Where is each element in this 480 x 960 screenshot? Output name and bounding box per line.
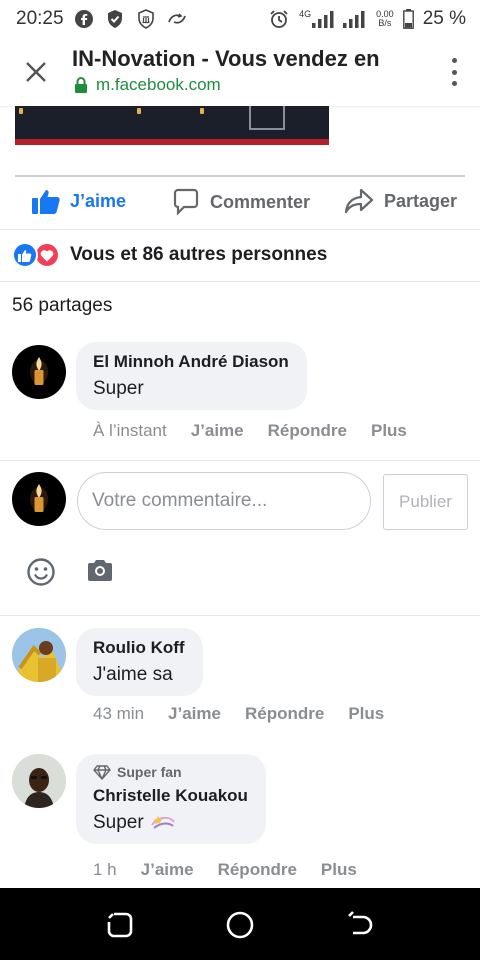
comment-author[interactable]: El Minnoh André Diason [93, 352, 289, 372]
url-bar[interactable]: m.facebook.com [74, 75, 221, 95]
post-action-bar: J’aime Commenter Partager [0, 180, 480, 226]
publish-button[interactable]: Publier [383, 474, 468, 530]
thumbs-up-icon [32, 188, 60, 214]
back-icon[interactable] [345, 910, 375, 940]
status-bar-right: 4G 0.00 B/s 25 % [268, 8, 466, 30]
recent-apps-icon[interactable] [105, 910, 135, 940]
avatar[interactable] [12, 628, 66, 682]
comment-bubble: Roulio Koff J'aime sa [76, 628, 203, 696]
like-label: J’aime [70, 190, 127, 211]
signal-icon [343, 11, 365, 28]
dizzy-star-icon [150, 813, 176, 833]
battery-level: 25 % [422, 8, 466, 29]
comment-author[interactable]: Christelle Kouakou [93, 786, 248, 806]
video-light [137, 108, 141, 114]
avatar[interactable] [12, 754, 66, 808]
diamond-icon [93, 764, 111, 780]
network-type: 4G [299, 9, 312, 19]
comment-text: Super [93, 812, 144, 833]
divider [0, 460, 480, 461]
comment-icon [172, 188, 200, 216]
battery-icon [402, 9, 414, 29]
facebook-icon [73, 8, 95, 30]
comment-label: Commenter [210, 191, 311, 212]
comment-bubble: El Minnoh André Diason Super [76, 342, 307, 410]
speed-unit: B/s [378, 18, 392, 28]
share-button[interactable]: Partager [344, 188, 457, 214]
share-icon [344, 188, 374, 214]
divider [0, 281, 480, 282]
comment-actions: 43 min J’aime Répondre Plus [93, 704, 384, 724]
video-device [249, 106, 285, 130]
comment-author[interactable]: Roulio Koff [93, 638, 185, 658]
cloud-sync-icon [166, 8, 188, 30]
divider [0, 229, 480, 230]
avatar[interactable] [12, 345, 66, 399]
lock-icon [74, 77, 88, 93]
comment-reply-button[interactable]: Répondre [245, 704, 324, 724]
comment-text: J'aime sa [93, 664, 173, 685]
status-bar-left: 20:25 [16, 8, 188, 30]
status-time: 20:25 [16, 8, 64, 29]
comment-more-button[interactable]: Plus [321, 860, 357, 880]
shield-check-icon [104, 8, 126, 30]
comment-time: 43 min [93, 704, 145, 723]
navigation-bar [0, 888, 480, 960]
signal-icon [312, 11, 334, 28]
divider [0, 615, 480, 616]
comment-like-button[interactable]: J’aime [191, 421, 244, 441]
comment-like-button[interactable]: J’aime [141, 860, 194, 880]
comment-time: À l’instant [93, 421, 167, 440]
more-vertical-icon[interactable] [450, 58, 458, 86]
video-light [200, 108, 204, 114]
comment-text: Super [93, 378, 144, 399]
close-icon[interactable] [22, 58, 50, 86]
network-speed: 0.00 B/s [376, 10, 394, 28]
page-title: IN-Novation - Vous vendez en [72, 46, 380, 71]
post-video-thumbnail[interactable] [15, 106, 329, 145]
comment-button[interactable]: Commenter [172, 188, 310, 216]
share-label: Partager [384, 190, 458, 211]
comment-reply-button[interactable]: Répondre [218, 860, 297, 880]
like-button[interactable]: J’aime [32, 188, 126, 214]
video-light [19, 108, 23, 114]
emoji-icon[interactable] [26, 557, 56, 587]
comment-time: 1 h [93, 860, 117, 879]
reactions-summary[interactable]: Vous et 86 autres personnes [12, 242, 327, 268]
camera-icon[interactable] [86, 557, 116, 587]
super-fan-badge: Super fan [93, 764, 248, 780]
signal-strength-1: 4G [299, 10, 334, 28]
url-text: m.facebook.com [96, 75, 221, 94]
comment-more-button[interactable]: Plus [348, 704, 384, 724]
shield-bank-icon [135, 8, 157, 30]
comment-reply-button[interactable]: Répondre [268, 421, 347, 441]
status-bar: 20:25 4G 0.00 B/s 25 % [0, 0, 480, 38]
comment-more-button[interactable]: Plus [371, 421, 407, 441]
alarm-icon [268, 8, 290, 30]
comment-input[interactable]: Votre commentaire... [77, 472, 371, 530]
reactions-text: Vous et 86 autres personnes [70, 244, 328, 265]
comment-text-row: Super [93, 812, 248, 834]
comment-actions: 1 h J’aime Répondre Plus [93, 860, 357, 880]
my-avatar [12, 472, 66, 526]
badge-label: Super fan [117, 764, 182, 780]
comment-like-button[interactable]: J’aime [168, 704, 221, 724]
shares-count[interactable]: 56 partages [12, 295, 112, 317]
comment-bubble: Super fan Christelle Kouakou Super [76, 754, 266, 844]
home-icon[interactable] [225, 910, 255, 940]
comment-actions: À l’instant J’aime Répondre Plus [93, 421, 407, 441]
like-reaction-icon [12, 242, 38, 268]
browser-header: IN-Novation - Vous vendez en m.facebook.… [0, 38, 480, 106]
divider [15, 175, 465, 177]
